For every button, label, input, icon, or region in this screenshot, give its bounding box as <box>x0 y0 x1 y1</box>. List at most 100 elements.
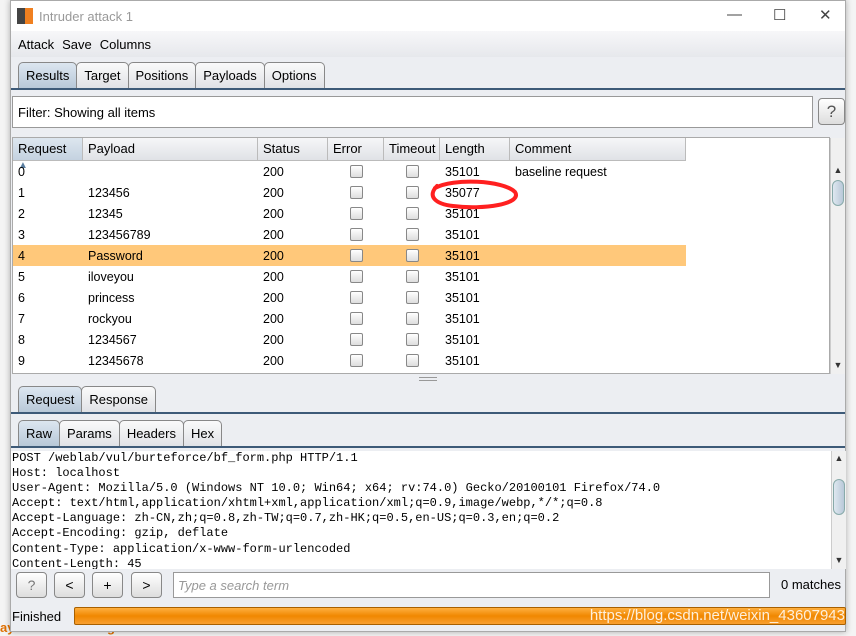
tab-headers[interactable]: Headers <box>118 420 184 446</box>
table-row[interactable]: 4 Password 200 35101 <box>13 245 686 266</box>
cell-request: 2 <box>18 206 25 221</box>
search-previous-button[interactable]: < <box>54 572 85 598</box>
cell-error <box>328 249 384 262</box>
timeout-checkbox <box>405 270 419 283</box>
red-circle-annotation <box>430 179 519 210</box>
cell-status: 200 <box>263 248 284 263</box>
column-timeout[interactable]: Timeout <box>384 138 440 160</box>
tab-divider <box>11 446 845 448</box>
error-checkbox <box>349 249 363 262</box>
column-payload[interactable]: Payload <box>83 138 258 160</box>
table-row[interactable]: 8 1234567 200 35101 <box>13 329 686 350</box>
scrollbar-thumb[interactable] <box>833 479 845 515</box>
help-button[interactable]: ? <box>818 98 845 125</box>
tab-request[interactable]: Request <box>18 386 83 412</box>
search-add-button[interactable]: + <box>92 572 123 598</box>
cell-payload: 123456 <box>88 185 130 200</box>
cell-request: 9 <box>18 353 25 368</box>
table-row[interactable]: 1 123456 200 35077 <box>13 182 686 203</box>
filter-bar[interactable]: Filter: Showing all items <box>12 96 813 128</box>
timeout-checkbox <box>405 312 419 325</box>
scrollbar-thumb[interactable] <box>832 180 844 206</box>
menu-save[interactable]: Save <box>62 37 92 52</box>
maximize-button[interactable]: ☐ <box>773 6 786 24</box>
tab-payloads[interactable]: Payloads <box>195 62 265 88</box>
tab-results[interactable]: Results <box>18 62 78 88</box>
cell-request: 5 <box>18 269 25 284</box>
timeout-checkbox <box>405 333 419 346</box>
scroll-down-icon[interactable]: ▼ <box>832 555 846 565</box>
table-row[interactable]: 5 iloveyou 200 35101 <box>13 266 686 287</box>
cell-error <box>328 270 384 283</box>
table-row[interactable]: 6 princess 200 35101 <box>13 287 686 308</box>
column-request[interactable]: Request ▲ <box>13 138 83 171</box>
watermark: https://blog.csdn.net/weixin_43607943 <box>589 607 845 624</box>
timeout-checkbox <box>405 165 419 178</box>
tab-response[interactable]: Response <box>81 386 156 412</box>
tab-params[interactable]: Params <box>59 420 120 446</box>
editor-scrollbar[interactable]: ▲ ▼ <box>831 451 846 569</box>
table-row[interactable]: 2 12345 200 35101 <box>13 203 686 224</box>
request-editor[interactable]: POST /weblab/vul/burteforce/bf_form.php … <box>11 451 831 569</box>
cell-timeout <box>384 354 440 367</box>
tab-hex[interactable]: Hex <box>182 420 223 446</box>
column-length[interactable]: Length <box>440 138 510 160</box>
cell-timeout <box>384 291 440 304</box>
cell-timeout <box>384 249 440 262</box>
column-comment[interactable]: Comment <box>510 138 686 160</box>
cell-request: 0 <box>18 164 25 179</box>
table-row[interactable]: 7 rockyou 200 35101 <box>13 308 686 329</box>
split-pane-divider[interactable] <box>419 377 437 381</box>
cell-error <box>328 354 384 367</box>
close-button[interactable]: ✕ <box>819 6 832 24</box>
table-row[interactable]: 9 12345678 200 35101 <box>13 350 686 371</box>
cell-length: 35101 <box>445 227 480 242</box>
match-count: 0 matches <box>781 577 841 592</box>
error-checkbox <box>349 270 363 283</box>
cell-request: 8 <box>18 332 25 347</box>
column-error[interactable]: Error <box>328 138 384 160</box>
request-line: Host: localhost <box>12 466 121 481</box>
cell-error <box>328 186 384 199</box>
scroll-down-icon[interactable]: ▼ <box>831 360 845 370</box>
table-body: 0 200 35101 baseline request 1 123456 200 35077… <box>13 161 829 371</box>
cell-error <box>328 312 384 325</box>
column-status[interactable]: Status <box>258 138 328 160</box>
cell-length: 35101 <box>445 311 480 326</box>
search-input[interactable]: Type a search term <box>173 572 770 598</box>
timeout-checkbox <box>405 186 419 199</box>
request-response-tabs: Request Response <box>18 386 156 412</box>
error-checkbox <box>349 207 363 220</box>
window-title: Intruder attack 1 <box>39 8 133 24</box>
tab-options[interactable]: Options <box>263 62 325 88</box>
cell-error <box>328 228 384 241</box>
cell-payload: 12345678 <box>88 353 144 368</box>
cell-payload: 12345 <box>88 206 123 221</box>
table-row[interactable]: 3 123456789 200 35101 <box>13 224 686 245</box>
scroll-up-icon[interactable]: ▲ <box>831 165 845 175</box>
cell-timeout <box>384 333 440 346</box>
request-line: POST /weblab/vul/burteforce/bf_form.php … <box>12 451 358 465</box>
table-row[interactable]: 0 200 35101 baseline request <box>13 161 686 182</box>
scroll-up-icon[interactable]: ▲ <box>832 453 846 463</box>
search-next-button[interactable]: > <box>131 572 162 598</box>
cell-payload: iloveyou <box>88 269 134 284</box>
status-text: Finished <box>12 609 62 624</box>
table-scrollbar[interactable]: ▲ ▼ <box>830 138 845 374</box>
timeout-checkbox <box>405 207 419 220</box>
menu-columns[interactable]: Columns <box>100 37 151 52</box>
search-help-button[interactable]: ? <box>16 572 47 598</box>
minimize-button[interactable]: — <box>727 6 742 23</box>
request-line: Accept-Language: zh-CN,zh;q=0.8,zh-TW;q=… <box>12 511 560 526</box>
cell-status: 200 <box>263 185 284 200</box>
cell-error <box>328 333 384 346</box>
cell-request: 1 <box>18 185 25 200</box>
tab-target[interactable]: Target <box>76 62 129 88</box>
timeout-checkbox <box>405 291 419 304</box>
cell-length: 35101 <box>445 269 480 284</box>
request-line: Content-Length: 45 <box>12 556 142 569</box>
tab-raw[interactable]: Raw <box>18 420 61 446</box>
tab-positions[interactable]: Positions <box>127 62 197 88</box>
menu-attack[interactable]: Attack <box>18 37 54 52</box>
cell-length: 35101 <box>445 353 480 368</box>
